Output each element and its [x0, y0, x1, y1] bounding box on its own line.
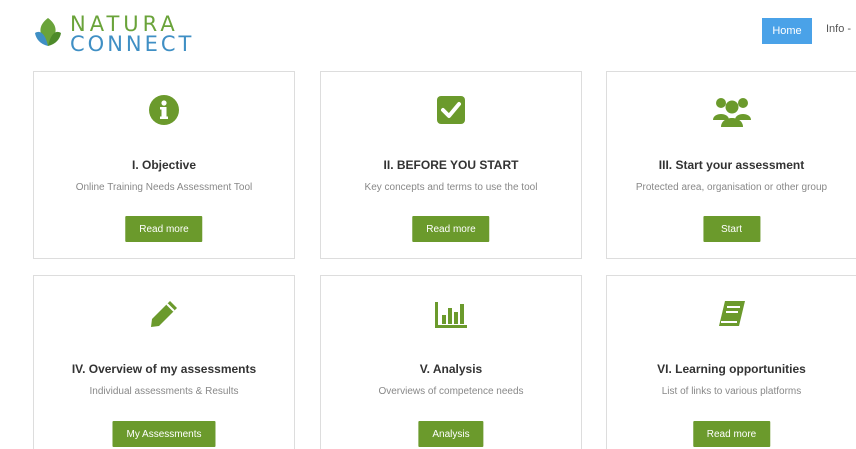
read-more-button[interactable]: Read more [692, 421, 771, 447]
read-more-button[interactable]: Read more [125, 216, 203, 242]
analysis-button[interactable]: Analysis [418, 421, 484, 447]
card-title: IV. Overview of my assessments [71, 362, 257, 376]
nav-home-button[interactable]: Home [762, 18, 812, 44]
card-description: Protected area, organisation or other gr… [635, 182, 828, 193]
bar-chart-icon [321, 298, 581, 332]
card-description: Overviews of competence needs [378, 386, 524, 397]
start-button[interactable]: Start [702, 216, 761, 242]
users-icon [607, 94, 856, 128]
card-description: Key concepts and terms to use the tool [364, 182, 538, 193]
read-more-button[interactable]: Read more [412, 216, 490, 242]
header: NATURA CONNECT Home Info - [0, 0, 856, 62]
card-title: I. Objective [131, 158, 197, 172]
card-title: II. BEFORE YOU START [383, 158, 519, 172]
check-square-icon [321, 94, 581, 128]
card-description: Individual assessments & Results [89, 386, 239, 397]
card-objective: I. Objective Online Training Needs Asses… [33, 71, 295, 259]
nav-info-dropdown[interactable]: Info - [826, 23, 851, 35]
card-description: Online Training Needs Assessment Tool [75, 182, 253, 193]
my-assessments-button[interactable]: My Assessments [112, 421, 216, 447]
card-learning-opportunities: VI. Learning opportunities List of links… [606, 275, 856, 449]
card-description: List of links to various platforms [661, 386, 802, 397]
card-before-you-start: II. BEFORE YOU START Key concepts and te… [320, 71, 582, 259]
info-circle-icon [34, 94, 294, 128]
card-analysis: V. Analysis Overviews of competence need… [320, 275, 582, 449]
card-title: V. Analysis [419, 362, 483, 376]
natura-connect-logo[interactable]: NATURA CONNECT [32, 10, 192, 56]
book-icon [607, 298, 856, 332]
card-overview-assessments: IV. Overview of my assessments Individua… [33, 275, 295, 449]
pencil-icon [34, 298, 294, 332]
logo-text-connect: CONNECT [70, 32, 195, 56]
card-title: III. Start your assessment [658, 158, 805, 172]
card-start-assessment: III. Start your assessment Protected are… [606, 71, 856, 259]
card-title: VI. Learning opportunities [657, 362, 806, 376]
leaf-logo-icon [35, 18, 61, 46]
